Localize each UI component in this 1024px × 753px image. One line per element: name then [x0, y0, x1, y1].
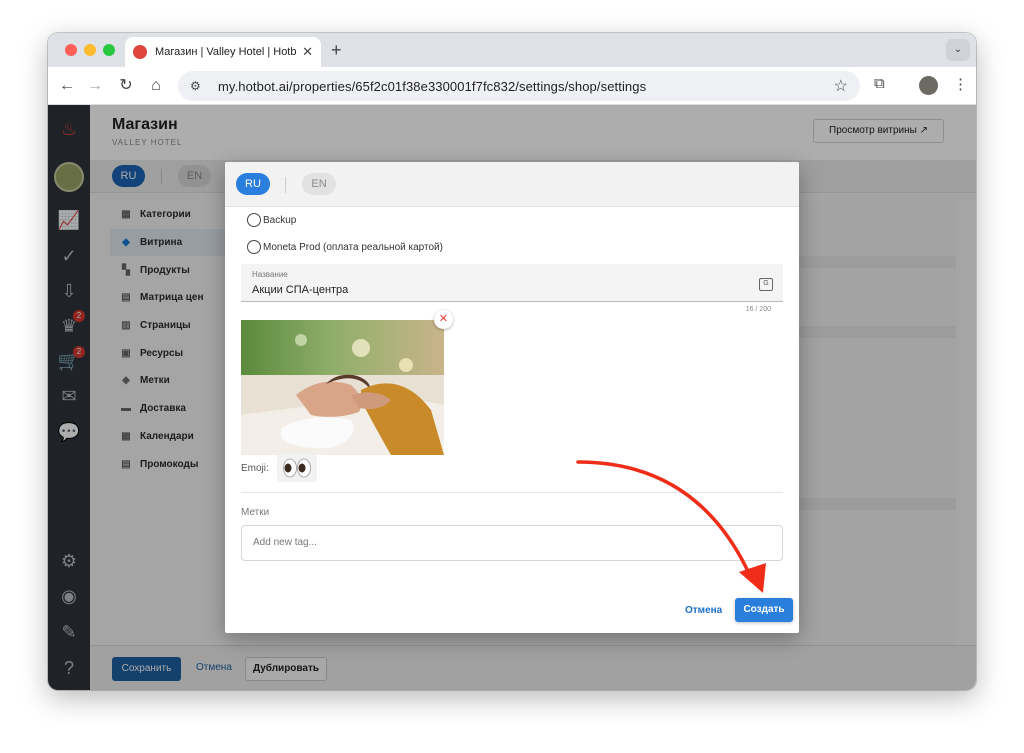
payment-option-backup[interactable]: Backup: [247, 213, 296, 227]
forward-icon[interactable]: →: [84, 75, 106, 97]
tab-menu-button[interactable]: ⌄: [946, 39, 970, 61]
url-text: my.hotbot.ai/properties/65f2c01f38e33000…: [218, 78, 647, 94]
radio-button[interactable]: [247, 213, 261, 227]
name-value[interactable]: Акции СПА-центра: [252, 284, 348, 296]
radio-button[interactable]: [247, 240, 261, 254]
site-settings-icon[interactable]: ⚙: [190, 79, 208, 93]
section-divider: [241, 492, 783, 493]
address-bar[interactable]: ⚙ my.hotbot.ai/properties/65f2c01f38e330…: [178, 71, 860, 101]
tags-label: Метки: [241, 507, 270, 518]
payment-option-moneta[interactable]: Moneta Prod (оплата реальной картой): [247, 240, 443, 254]
window-controls: [65, 44, 115, 56]
name-label: Название: [252, 270, 288, 279]
emoji-label: Emoji:: [241, 463, 269, 474]
close-window-button[interactable]: [65, 44, 77, 56]
translate-icon[interactable]: G: [759, 278, 773, 291]
dialog-language-bar: RU EN: [225, 162, 799, 207]
character-counter: 16 / 200: [745, 306, 771, 313]
eyes-emoji-icon: [283, 458, 311, 478]
spa-photo: [241, 320, 444, 455]
extensions-icon[interactable]: ⧉: [874, 75, 885, 92]
browser-tab[interactable]: Магазин | Valley Hotel | Hotb ✕: [125, 37, 321, 67]
tab-bar: Магазин | Valley Hotel | Hotb ✕ + ⌄: [48, 33, 976, 67]
back-icon[interactable]: ←: [56, 75, 78, 97]
bookmark-star-icon[interactable]: ☆: [834, 76, 848, 96]
showcase-image: [241, 320, 444, 455]
home-icon[interactable]: ⌂: [145, 75, 167, 97]
new-tab-button[interactable]: +: [331, 40, 342, 61]
reload-icon[interactable]: ↻: [115, 75, 137, 97]
browser-toolbar: ← → ↻ ⌂ ⚙ my.hotbot.ai/properties/65f2c0…: [48, 67, 976, 105]
maximize-window-button[interactable]: [103, 44, 115, 56]
dialog-lang-ru-pill[interactable]: RU: [236, 173, 270, 195]
tab-close-icon[interactable]: ✕: [302, 44, 313, 60]
hotbot-favicon-icon: [133, 45, 147, 59]
name-field[interactable]: Название Акции СПА-центра G: [241, 264, 783, 302]
create-button[interactable]: Создать: [735, 598, 793, 622]
tags-input[interactable]: Add new tag...: [241, 525, 783, 561]
profile-avatar[interactable]: [919, 76, 938, 95]
dialog-cancel-button[interactable]: Отмена: [685, 605, 722, 616]
dialog-lang-en-pill[interactable]: EN: [302, 173, 336, 195]
payment-option-label: Moneta Prod (оплата реальной картой): [263, 241, 443, 253]
dialog-lang-divider: [285, 177, 286, 193]
tab-title: Магазин | Valley Hotel | Hotb: [155, 46, 297, 58]
browser-menu-icon[interactable]: ⋮: [953, 75, 968, 93]
minimize-window-button[interactable]: [84, 44, 96, 56]
create-showcase-dialog: RU EN Backup Moneta Prod (оплата реально…: [225, 162, 799, 633]
remove-image-icon[interactable]: ✕: [434, 310, 453, 329]
payment-option-label: Backup: [263, 214, 297, 226]
emoji-picker[interactable]: [277, 454, 317, 482]
